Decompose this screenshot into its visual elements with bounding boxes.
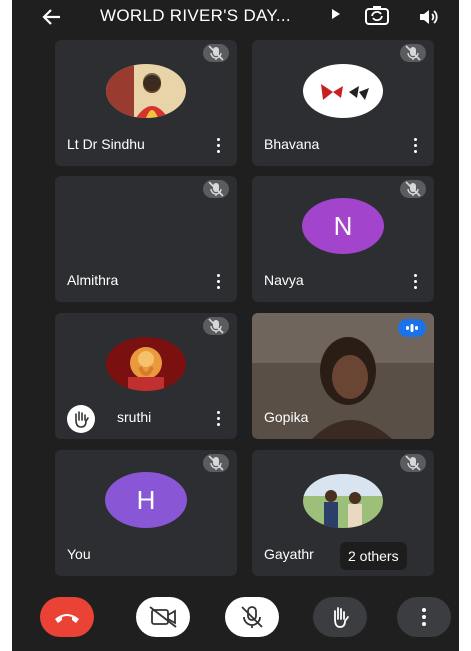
- participant-tile-self[interactable]: H You: [55, 450, 237, 576]
- meeting-title[interactable]: WORLD RIVER'S DAY...: [100, 6, 291, 26]
- participant-tile-group[interactable]: Gayathr 2 others: [252, 450, 434, 576]
- top-bar: WORLD RIVER'S DAY...: [12, 0, 459, 34]
- participant-tile[interactable]: N Navya: [252, 176, 434, 302]
- participant-tile-video[interactable]: Gopika: [252, 313, 434, 439]
- participant-name: Gopika: [264, 409, 309, 425]
- more-vert-icon[interactable]: [215, 274, 221, 290]
- participant-photo: [303, 474, 383, 528]
- participant-name: Lt Dr Sindhu: [67, 136, 145, 152]
- speaking-indicator-icon: [398, 319, 426, 337]
- participant-photo: [303, 64, 383, 118]
- others-badge[interactable]: 2 others: [340, 542, 407, 570]
- end-call-button[interactable]: [40, 597, 94, 637]
- more-vert-icon[interactable]: [412, 274, 418, 290]
- more-vert-icon[interactable]: [215, 411, 221, 427]
- more-vert-icon[interactable]: [215, 138, 221, 154]
- mic-off-icon: [400, 180, 426, 198]
- more-options-button[interactable]: [397, 597, 451, 637]
- back-arrow-icon[interactable]: [40, 6, 64, 28]
- mic-off-icon: [400, 454, 426, 472]
- speaker-icon[interactable]: [417, 6, 439, 28]
- raised-hand-icon: [67, 405, 95, 433]
- meet-call-screen: WORLD RIVER'S DAY... Lt Dr Sindhu Bhavan…: [12, 0, 459, 651]
- mic-off-icon: [203, 44, 229, 62]
- avatar: H: [105, 472, 187, 528]
- play-caret-icon[interactable]: [332, 9, 340, 19]
- mic-off-icon: [400, 44, 426, 62]
- participant-name: Navya: [264, 272, 304, 288]
- mic-off-icon: [203, 180, 229, 198]
- participant-tile[interactable]: Lt Dr Sindhu: [55, 40, 237, 166]
- avatar: N: [302, 198, 384, 254]
- participant-name: Bhavana: [264, 136, 320, 152]
- raise-hand-button[interactable]: [313, 597, 367, 637]
- participant-tile[interactable]: sruthi: [55, 313, 237, 439]
- camera-toggle-button[interactable]: [136, 597, 190, 637]
- participant-name: sruthi: [117, 409, 152, 425]
- camera-switch-icon[interactable]: [364, 4, 390, 28]
- mic-toggle-button[interactable]: [225, 597, 279, 637]
- participant-tile[interactable]: Bhavana: [252, 40, 434, 166]
- participant-photo: [106, 337, 186, 391]
- participant-name: Almithra: [67, 272, 119, 288]
- mic-off-icon: [203, 454, 229, 472]
- more-vert-icon[interactable]: [412, 138, 418, 154]
- call-controls: [12, 590, 459, 640]
- participant-tile[interactable]: Almithra: [55, 176, 237, 302]
- mic-off-icon: [203, 317, 229, 335]
- participant-photo: [106, 64, 186, 118]
- participant-name: You: [67, 546, 91, 562]
- participant-name: Gayathr: [264, 546, 314, 562]
